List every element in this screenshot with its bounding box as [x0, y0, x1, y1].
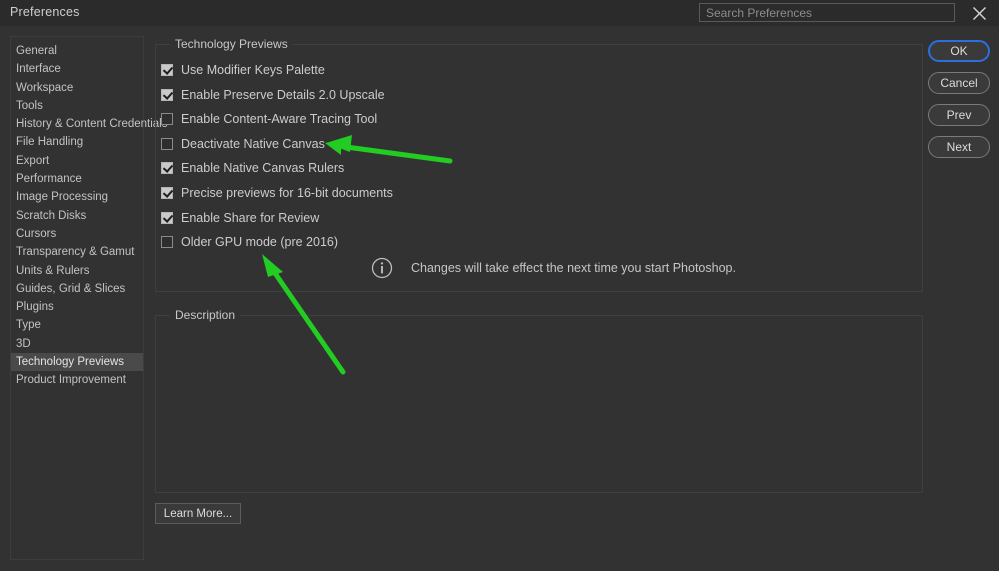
- sidebar-item-image-processing[interactable]: Image Processing: [11, 188, 143, 206]
- checkbox-checked-icon[interactable]: [161, 187, 173, 199]
- checkbox-label: Precise previews for 16-bit documents: [181, 186, 393, 200]
- checkbox-row-enable-content-aware-tracing-tool[interactable]: Enable Content-Aware Tracing Tool: [161, 110, 377, 128]
- sidebar-item-product-improvement[interactable]: Product Improvement: [11, 371, 143, 389]
- sidebar-item-performance[interactable]: Performance: [11, 170, 143, 188]
- preferences-dialog: Preferences GeneralInterfaceWorkspaceToo…: [0, 0, 999, 571]
- prev-button[interactable]: Prev: [928, 104, 990, 126]
- checkbox-row-enable-share-for-review[interactable]: Enable Share for Review: [161, 209, 319, 227]
- checkbox-checked-icon[interactable]: [161, 212, 173, 224]
- sidebar-item-3d[interactable]: 3D: [11, 335, 143, 353]
- sidebar-item-interface[interactable]: Interface: [11, 60, 143, 78]
- sidebar-item-file-handling[interactable]: File Handling: [11, 133, 143, 151]
- checkbox-unchecked-icon[interactable]: [161, 113, 173, 125]
- search-preferences-box[interactable]: [699, 3, 955, 22]
- technology-previews-panel-label: Technology Previews: [170, 37, 293, 51]
- checkbox-row-deactivate-native-canvas[interactable]: Deactivate Native Canvas: [161, 135, 325, 153]
- checkbox-row-precise-previews-for-16-bit-documents[interactable]: Precise previews for 16-bit documents: [161, 184, 393, 202]
- checkbox-row-enable-preserve-details-2-0-upscale[interactable]: Enable Preserve Details 2.0 Upscale: [161, 86, 385, 104]
- checkbox-row-older-gpu-mode-pre-2016[interactable]: Older GPU mode (pre 2016): [161, 233, 338, 251]
- checkbox-unchecked-icon[interactable]: [161, 138, 173, 150]
- technology-previews-panel: Technology Previews Use Modifier Keys Pa…: [155, 44, 923, 292]
- close-icon[interactable]: [967, 2, 991, 24]
- checkbox-checked-icon[interactable]: [161, 89, 173, 101]
- sidebar-item-type[interactable]: Type: [11, 316, 143, 334]
- checkbox-label: Use Modifier Keys Palette: [181, 63, 325, 77]
- search-input[interactable]: [700, 5, 954, 22]
- learn-more-button[interactable]: Learn More...: [155, 503, 241, 524]
- sidebar-item-transparency-gamut[interactable]: Transparency & Gamut: [11, 243, 143, 261]
- checkbox-row-use-modifier-keys-palette[interactable]: Use Modifier Keys Palette: [161, 61, 325, 79]
- description-panel: Description: [155, 315, 923, 493]
- restart-note: Changes will take effect the next time y…: [371, 257, 736, 279]
- sidebar-item-units-rulers[interactable]: Units & Rulers: [11, 262, 143, 280]
- sidebar-item-export[interactable]: Export: [11, 152, 143, 170]
- sidebar-item-general[interactable]: General: [11, 42, 143, 60]
- checkbox-label: Deactivate Native Canvas: [181, 137, 325, 151]
- description-panel-label: Description: [170, 308, 240, 322]
- restart-note-text: Changes will take effect the next time y…: [411, 261, 736, 275]
- ok-button[interactable]: OK: [928, 40, 990, 62]
- checkbox-unchecked-icon[interactable]: [161, 236, 173, 248]
- sidebar-item-history-content-credentials[interactable]: History & Content Credentials: [11, 115, 143, 133]
- sidebar-item-workspace[interactable]: Workspace: [11, 79, 143, 97]
- window-title: Preferences: [10, 5, 80, 19]
- title-bar: Preferences: [0, 0, 999, 26]
- sidebar-item-cursors[interactable]: Cursors: [11, 225, 143, 243]
- checkbox-label: Enable Content-Aware Tracing Tool: [181, 112, 377, 126]
- description-text: [156, 316, 922, 340]
- sidebar-item-technology-previews[interactable]: Technology Previews: [11, 353, 143, 371]
- info-icon: [371, 257, 393, 279]
- checkbox-label: Enable Share for Review: [181, 211, 319, 225]
- sidebar-item-plugins[interactable]: Plugins: [11, 298, 143, 316]
- checkbox-checked-icon[interactable]: [161, 162, 173, 174]
- checkbox-label: Older GPU mode (pre 2016): [181, 235, 338, 249]
- cancel-button[interactable]: Cancel: [928, 72, 990, 94]
- checkbox-checked-icon[interactable]: [161, 64, 173, 76]
- checkbox-label: Enable Native Canvas Rulers: [181, 161, 344, 175]
- preferences-category-list[interactable]: GeneralInterfaceWorkspaceToolsHistory & …: [10, 36, 144, 560]
- next-button[interactable]: Next: [928, 136, 990, 158]
- sidebar-item-tools[interactable]: Tools: [11, 97, 143, 115]
- checkbox-label: Enable Preserve Details 2.0 Upscale: [181, 88, 385, 102]
- sidebar-item-scratch-disks[interactable]: Scratch Disks: [11, 207, 143, 225]
- checkbox-row-enable-native-canvas-rulers[interactable]: Enable Native Canvas Rulers: [161, 159, 344, 177]
- sidebar-item-guides-grid-slices[interactable]: Guides, Grid & Slices: [11, 280, 143, 298]
